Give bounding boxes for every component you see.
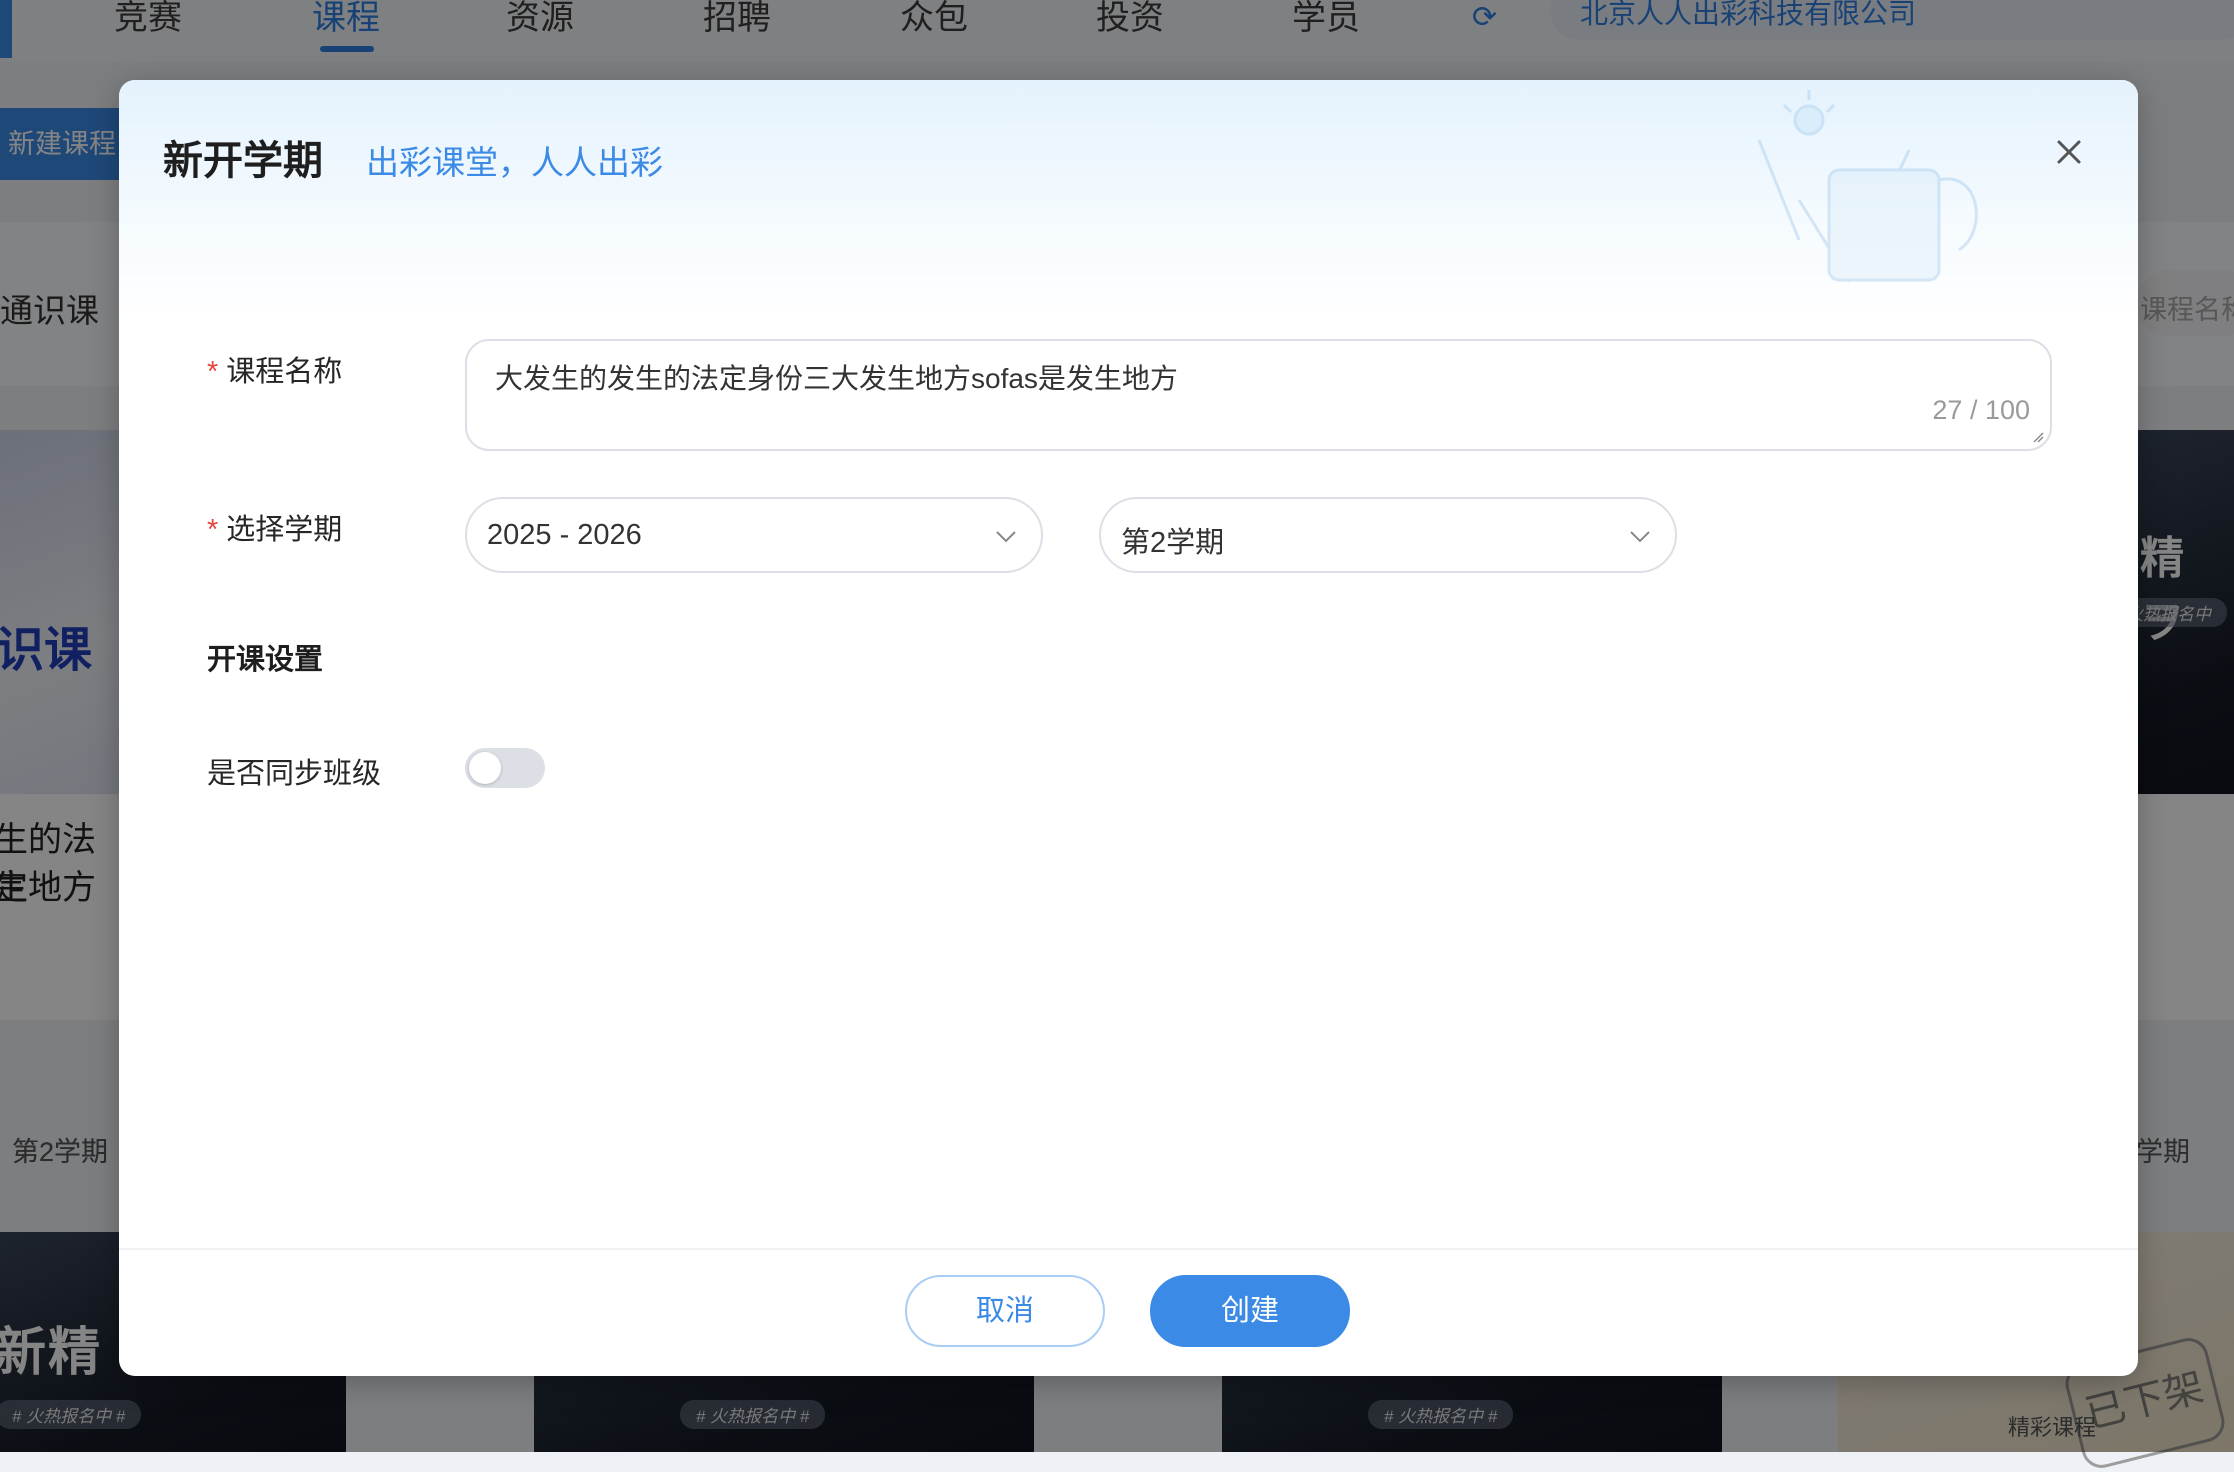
course-name-value: 大发生的发生的法定身份三大发生地方sofas是发生地方 <box>495 363 1178 394</box>
sync-class-toggle[interactable] <box>465 748 545 788</box>
char-counter: 27 / 100 <box>1932 395 2030 425</box>
resize-handle-icon[interactable] <box>2032 431 2044 443</box>
course-name-label-text: 课程名称 <box>226 356 343 388</box>
close-icon[interactable] <box>2047 130 2091 174</box>
header-illustration <box>1757 90 1978 284</box>
dialog-subtitle: 出彩课堂，人人出彩 <box>366 144 663 181</box>
cancel-button[interactable]: 取消 <box>905 1275 1105 1347</box>
chevron-down-icon <box>996 531 1016 543</box>
new-term-dialog: 新开学期 出彩课堂，人人出彩 * 课程名称 大发生的发生的法定身份三大发生地方so… <box>119 80 2138 1376</box>
toggle-knob <box>469 752 501 784</box>
academic-year-select[interactable]: 2025 - 2026 <box>465 497 1043 573</box>
semester-value: 第2学期 <box>1121 527 1225 559</box>
required-asterisk: * <box>207 514 219 546</box>
academic-year-value: 2025 - 2026 <box>487 519 642 551</box>
semester-select[interactable]: 第2学期 <box>1099 497 1677 573</box>
course-name-field[interactable]: 大发生的发生的法定身份三大发生地方sofas是发生地方 27 / 100 <box>465 339 2052 451</box>
sync-class-label: 是否同步班级 <box>207 758 382 790</box>
chevron-down-icon <box>1630 531 1650 543</box>
course-settings-heading: 开课设置 <box>207 644 324 676</box>
term-label-text: 选择学期 <box>226 514 343 546</box>
create-button[interactable]: 创建 <box>1150 1275 1350 1347</box>
dialog-footer-divider <box>119 1248 2138 1250</box>
course-name-label: * 课程名称 <box>207 348 342 390</box>
term-label: * 选择学期 <box>207 506 342 548</box>
dialog-title: 新开学期 <box>163 139 323 183</box>
required-asterisk: * <box>207 356 219 388</box>
